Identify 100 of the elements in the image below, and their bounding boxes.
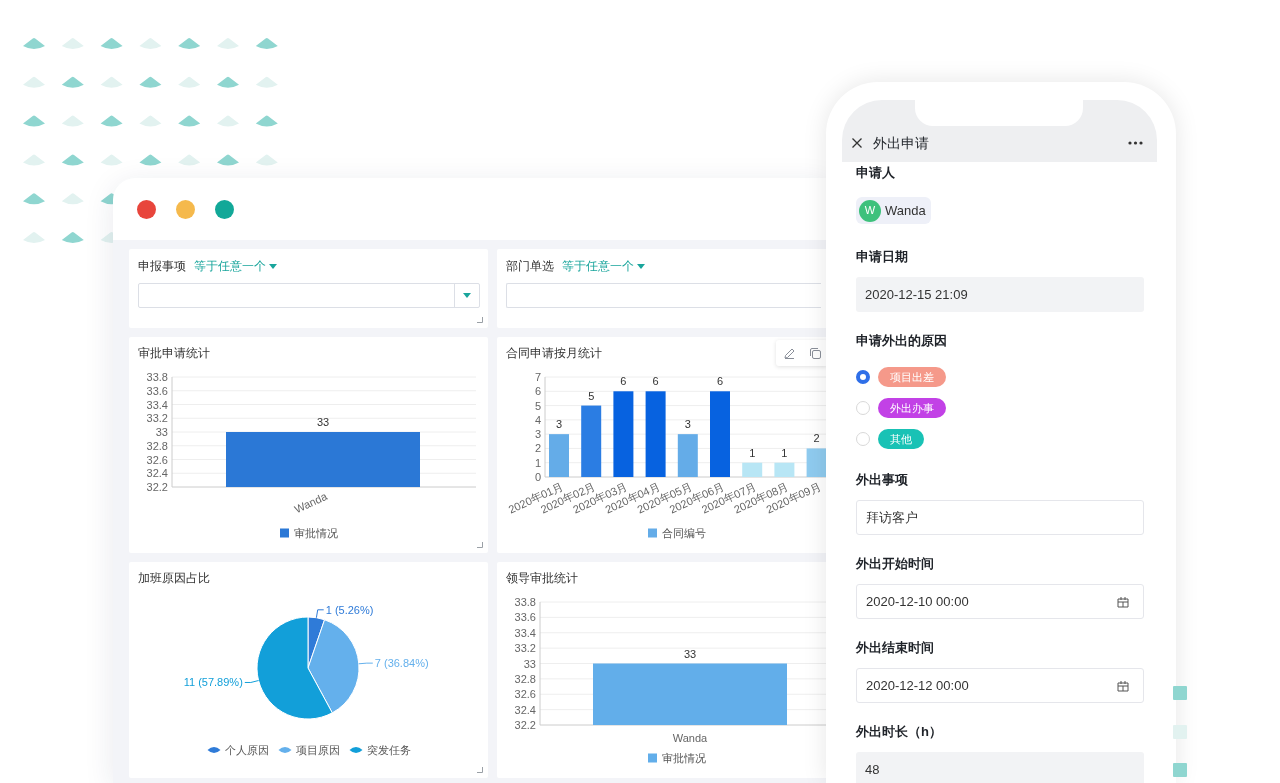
y-axis-label: 6 <box>534 385 541 398</box>
legend-marker-icon <box>278 747 292 753</box>
leader-line <box>358 662 374 665</box>
value-label: 6 <box>652 375 659 388</box>
window-control-icon[interactable] <box>137 199 156 219</box>
y-axis-label: 33.2 <box>146 412 168 425</box>
y-axis-label: 4 <box>534 413 541 426</box>
field-label: 申请人 <box>856 164 895 182</box>
y-axis-label: 3 <box>534 428 541 441</box>
y-axis-label: 33.8 <box>514 596 536 608</box>
leader-line <box>244 680 260 683</box>
legend-label[interactable]: 突发任务 <box>366 744 411 756</box>
value-label: 33 <box>316 416 330 428</box>
y-axis-label: 32.6 <box>514 688 536 701</box>
value-label: 3 <box>555 418 563 431</box>
radio-button[interactable] <box>856 370 870 384</box>
value-label: 1 <box>749 446 756 459</box>
select-field[interactable] <box>138 283 480 308</box>
slice-label: 1 (5.26%) <box>325 603 374 616</box>
select-field[interactable] <box>506 283 821 308</box>
filter-label: 部门单选 <box>506 258 554 275</box>
y-axis-label: 33.6 <box>514 611 536 624</box>
pencil-icon <box>783 347 795 359</box>
y-axis-label: 33.4 <box>514 626 536 639</box>
close-icon[interactable] <box>852 138 862 148</box>
date-field[interactable]: 2020-12-10 00:00 <box>856 584 1144 619</box>
readonly-field: 2020-12-15 21:09 <box>856 277 1144 312</box>
tile-icon <box>1173 725 1187 739</box>
legend-marker-icon <box>349 747 363 753</box>
caret-icon <box>269 263 277 269</box>
date-field[interactable]: 2020-12-12 00:00 <box>856 668 1144 703</box>
y-axis-label: 33.4 <box>146 398 168 411</box>
value-label: 6 <box>620 375 627 388</box>
legend-label[interactable]: 个人原因 <box>224 744 269 756</box>
field-label: 申请外出的原因 <box>856 332 947 350</box>
chart-title: 加班原因占比 <box>138 571 210 585</box>
copy-icon <box>809 347 821 359</box>
legend-marker-icon <box>207 747 221 753</box>
window-control-icon[interactable] <box>215 199 234 219</box>
chart-title: 审批申请统计 <box>138 346 210 360</box>
value-label: 33 <box>683 647 697 660</box>
value-label: 1 <box>781 446 788 459</box>
value-label: 3 <box>684 418 691 431</box>
field-label: 申请日期 <box>856 248 908 266</box>
avatar: W <box>859 199 881 222</box>
readonly-field: 48 <box>856 752 1144 783</box>
option-tag[interactable]: 外出办事 <box>878 398 946 418</box>
y-axis-label: 33 <box>523 657 536 670</box>
legend-swatch-icon <box>280 528 289 538</box>
y-axis-label: 33.6 <box>146 384 168 397</box>
y-axis-label: 1 <box>534 456 541 469</box>
y-axis-label: 32.2 <box>146 481 168 493</box>
y-axis-label: 33.8 <box>146 371 168 383</box>
bar <box>806 448 827 477</box>
bar <box>581 405 602 477</box>
y-axis-label: 2 <box>534 442 541 455</box>
y-axis-label: 5 <box>534 399 541 412</box>
calendar-icon[interactable] <box>1117 679 1129 692</box>
slice-label: 11 (57.89%) <box>183 676 243 689</box>
text-field[interactable]: 拜访客户 <box>856 500 1144 535</box>
y-axis-label: 32.8 <box>146 439 168 452</box>
y-axis-label: 32.6 <box>146 453 168 466</box>
value-label: 2 <box>813 432 820 445</box>
resize-handle-icon[interactable] <box>477 317 483 323</box>
leader-line <box>315 609 325 619</box>
y-axis-label: 32.4 <box>146 467 168 480</box>
tile-icon <box>1173 686 1187 700</box>
resize-handle-icon[interactable] <box>477 542 483 548</box>
field-label: 外出时长（h） <box>856 723 942 741</box>
legend-label[interactable]: 项目原因 <box>295 744 340 756</box>
field-label: 外出事项 <box>856 471 908 489</box>
caret-icon <box>463 293 471 298</box>
tile-icon <box>1173 763 1187 777</box>
field-label: 外出开始时间 <box>856 555 934 573</box>
filter-label: 申报事项 <box>138 258 186 275</box>
y-axis-label: 0 <box>534 471 541 483</box>
legend-swatch-icon <box>648 528 657 538</box>
page-title: 外出申请 <box>873 133 929 153</box>
y-axis-label: 7 <box>534 371 541 383</box>
y-axis-label: 32.4 <box>514 703 536 716</box>
legend-swatch-icon <box>648 753 657 763</box>
more-icon[interactable] <box>1128 141 1143 145</box>
field-label: 外出结束时间 <box>856 639 934 657</box>
value-label: 5 <box>588 389 595 402</box>
legend-label[interactable]: 审批情况 <box>662 752 706 764</box>
y-axis-label: 32.8 <box>514 672 536 685</box>
window-control-icon[interactable] <box>176 199 195 219</box>
legend-label[interactable]: 审批情况 <box>294 527 338 539</box>
y-axis-label: 32.2 <box>514 719 536 731</box>
chart-title: 领导审批统计 <box>506 571 578 585</box>
value-label: 6 <box>716 375 724 388</box>
resize-handle-icon[interactable] <box>477 767 483 773</box>
legend-label[interactable]: 合同编号 <box>662 527 706 539</box>
person-name: Wanda <box>885 201 926 220</box>
chart-title: 合同申请按月统计 <box>506 346 602 360</box>
calendar-icon[interactable] <box>1117 595 1129 608</box>
slice-label: 7 (36.84%) <box>374 657 429 670</box>
bar <box>677 434 698 477</box>
y-axis-label: 33 <box>155 426 168 438</box>
y-axis-label: 33.2 <box>514 642 536 655</box>
